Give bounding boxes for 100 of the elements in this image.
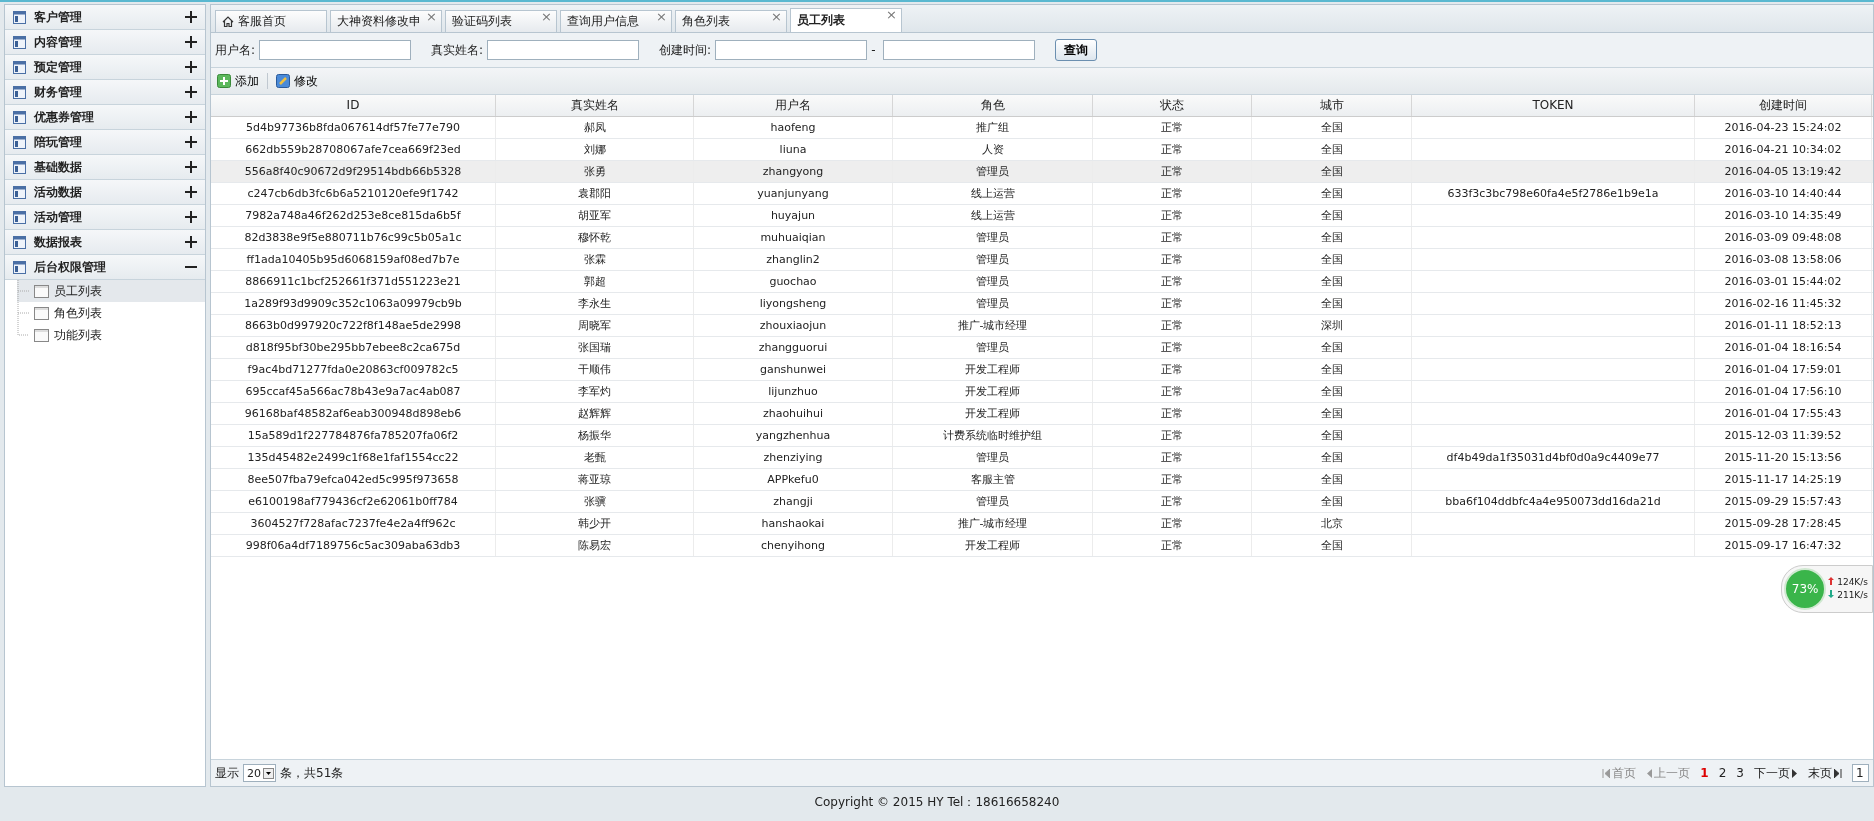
toolbar-button[interactable]: 修改 <box>274 72 320 90</box>
table-cell: 2016-01-11 18:52:13 <box>1724 319 1842 332</box>
menu-group-header[interactable]: 客户管理 <box>5 5 205 30</box>
table-cell: 开发工程师 <box>965 407 1020 420</box>
close-icon[interactable]: × <box>771 11 782 23</box>
table-cell: e6100198af779436cf2e62061b0ff784 <box>248 495 458 508</box>
close-icon[interactable]: × <box>656 11 667 23</box>
next-page-link[interactable]: 下一页 <box>1754 764 1798 782</box>
column-header[interactable]: ID <box>211 95 496 116</box>
table-row[interactable]: d818f95bf30be295bb7ebee8c2ca675d 张国瑞 zhangguorui 管理员 正常 全国 2016-01-04 18:16:54 <box>211 337 1873 359</box>
page-number-field[interactable]: 1 <box>1852 764 1869 782</box>
table-cell: 15a589d1f227784876fa785207fa06f2 <box>247 429 459 442</box>
close-icon[interactable]: × <box>426 11 437 23</box>
menu-item[interactable]: 角色列表 <box>17 302 205 324</box>
menu-group-header[interactable]: 内容管理 <box>5 30 205 55</box>
expand-icon <box>185 211 197 223</box>
table-cell: zhangyong <box>762 165 824 178</box>
table-row[interactable]: 135d45482e2499c1f68e1faf1554cc22 老甄 zhenziying 管理员 正常 全国 df4b49da1f35031d4bf0d0a9c4409e77 2015-11-20 15:13:56 <box>211 447 1873 469</box>
expand-icon <box>185 11 197 23</box>
table-row[interactable]: 96168baf48582af6eab300948d898eb6 赵辉辉 zhaohuihui 开发工程师 正常 全国 2016-01-04 17:55:43 <box>211 403 1873 425</box>
table-cell: 2016-03-09 09:48:08 <box>1724 231 1842 244</box>
menu-group-header[interactable]: 财务管理 <box>5 80 205 105</box>
table-row[interactable]: 3604527f728afac7237fe4e2a4ff962c 韩少开 hanshaokai 推广-城市经理 正常 北京 2015-09-28 17:28:45 <box>211 513 1873 535</box>
table-row[interactable]: 1a289f93d9909c352c1063a09979cb9b 李永生 liyongsheng 管理员 正常 全国 2016-02-16 11:45:32 <box>211 293 1873 315</box>
expand-icon <box>185 161 197 173</box>
table-cell: 正常 <box>1161 297 1183 310</box>
tab[interactable]: 查询用户信息 × <box>560 10 672 32</box>
page-link[interactable]: 1 <box>1700 766 1709 780</box>
table-row[interactable]: 695ccaf45a566ac78b43e9a7ac4ab087 李军灼 lijunzhuo 开发工程师 正常 全国 2016-01-04 17:56:10 <box>211 381 1873 403</box>
menu-group-header[interactable]: 陪玩管理 <box>5 130 205 155</box>
table-cell: 2015-09-17 16:47:32 <box>1724 539 1842 552</box>
column-header[interactable]: 真实姓名 <box>496 95 694 116</box>
table-row[interactable]: 7982a748a46f262d253e8ce815da6b5f 胡亚军 huyajun 线上运营 正常 全国 2016-03-10 14:35:49 <box>211 205 1873 227</box>
last-page-icon <box>1834 768 1842 778</box>
speed-widget[interactable]: 73% 124K/s 211K/s <box>1781 565 1873 613</box>
table-cell: hanshaokai <box>761 517 825 530</box>
table-row[interactable]: 556a8f40c90672d9f29514bdb66b5328 张勇 zhangyong 管理员 正常 全国 2016-04-05 13:19:42 <box>211 161 1873 183</box>
menu-group-header[interactable]: 活动数据 <box>5 180 205 205</box>
window-icon <box>13 10 26 24</box>
menu-group-header[interactable]: 活动管理 <box>5 205 205 230</box>
date-to-field[interactable] <box>883 40 1036 60</box>
tab[interactable]: 角色列表 × <box>675 10 787 32</box>
table-row[interactable]: ff1ada10405b95d6068159af08ed7b7e 张霖 zhanglin2 管理员 正常 全国 2016-03-08 13:58:06 <box>211 249 1873 271</box>
menu-group-header[interactable]: 后台权限管理 <box>5 255 205 280</box>
realname-field[interactable] <box>487 40 640 60</box>
table-cell: 2016-04-23 15:24:02 <box>1724 121 1842 134</box>
page-size-select[interactable]: 20 <box>243 764 276 782</box>
column-header[interactable]: 角色 <box>893 95 1093 116</box>
username-field[interactable] <box>259 40 412 60</box>
menu-group-header[interactable]: 优惠券管理 <box>5 105 205 130</box>
date-from-field[interactable] <box>715 40 868 60</box>
menu-item[interactable]: 功能列表 <box>17 324 205 346</box>
table-row[interactable]: c247cb6db3fc6b6a5210120efe9f1742 袁郡阳 yuanjunyang 线上运营 正常 全国 633f3c3bc798e60fa4e5f2786e1b9e1a 2016-03-10 14:40:44 <box>211 183 1873 205</box>
table-row[interactable]: 5d4b97736b8fda067614df57fe77e790 郝凤 haofeng 推广组 正常 全国 2016-04-23 15:24:02 <box>211 117 1873 139</box>
tab[interactable]: 员工列表 × <box>790 8 902 32</box>
add-icon <box>217 74 231 88</box>
table-row[interactable]: 15a589d1f227784876fa785207fa06f2 杨振华 yangzhenhua 计费系统临时维护组 正常 全国 2015-12-03 11:39:52 <box>211 425 1873 447</box>
close-icon[interactable]: × <box>886 9 897 21</box>
page-link[interactable]: 3 <box>1736 766 1744 780</box>
field-label: 创建时间: <box>659 41 712 59</box>
close-icon[interactable]: × <box>541 11 552 23</box>
table-row[interactable]: 8663b0d997920c722f8f148ae5de2998 周晓军 zhouxiaojun 推广-城市经理 正常 深圳 2016-01-11 18:52:13 <box>211 315 1873 337</box>
tab[interactable]: 验证码列表 × <box>445 10 557 32</box>
table-cell: 正常 <box>1161 143 1183 156</box>
column-header[interactable]: 用户名 <box>694 95 893 116</box>
table-cell: 正常 <box>1161 231 1183 244</box>
table-cell: 全国 <box>1320 407 1343 420</box>
table-cell: 韩少开 <box>578 517 611 530</box>
table-cell: 正常 <box>1161 341 1183 354</box>
upload-speed: 124K/s <box>1837 577 1868 587</box>
last-page-link[interactable]: 末页 <box>1808 764 1842 782</box>
column-header[interactable]: 城市 <box>1252 95 1412 116</box>
table-cell: 人资 <box>981 143 1004 156</box>
tab[interactable]: 客服首页 <box>215 10 327 32</box>
range-separator: - <box>871 43 876 57</box>
pager-label: 显示 <box>215 764 239 782</box>
table-cell: 662db559b28708067afe7cea669f23ed <box>245 143 461 156</box>
page-link[interactable]: 2 <box>1718 766 1727 780</box>
table-cell: huyajun <box>770 209 816 222</box>
search-button[interactable]: 查询 <box>1055 39 1098 61</box>
table-cell: 695ccaf45a566ac78b43e9a7ac4ab087 <box>245 385 461 398</box>
column-header[interactable]: 创建时间 <box>1695 95 1872 116</box>
dropdown-icon <box>263 767 274 779</box>
menu-group-header[interactable]: 数据报表 <box>5 230 205 255</box>
table-row[interactable]: 8ee507fba79efca042ed5c995f973658 蒋亚琼 APPkefu0 客服主管 正常 全国 2015-11-17 14:25:19 <box>211 469 1873 491</box>
table-row[interactable]: f9ac4bd71277fda0e20863cf009782c5 干顺伟 ganshunwei 开发工程师 正常 全国 2016-01-04 17:59:01 <box>211 359 1873 381</box>
menu-group-header[interactable]: 预定管理 <box>5 55 205 80</box>
tab[interactable]: 大神资料修改申 × <box>330 10 442 32</box>
menu-group-header[interactable]: 基础数据 <box>5 155 205 180</box>
toolbar-button[interactable]: 添加 <box>215 72 261 90</box>
table-row[interactable]: 8866911c1bcf252661f371d551223e21 郭超 guochao 管理员 正常 全国 2016-03-01 15:44:02 <box>211 271 1873 293</box>
column-header[interactable]: 状态 <box>1093 95 1252 116</box>
table-row[interactable]: 82d3838e9f5e880711b76c99c5b05a1c 穆怀乾 muhuaiqian 管理员 正常 全国 2016-03-09 09:48:08 <box>211 227 1873 249</box>
column-header[interactable]: TOKEN <box>1412 95 1695 116</box>
table-row[interactable]: 998f06a4df7189756c5ac309aba63db3 陈易宏 chenyihong 开发工程师 正常 全国 2015-09-17 16:47:32 <box>211 535 1873 557</box>
table-cell: 全国 <box>1320 341 1343 354</box>
window-icon <box>13 135 26 149</box>
table-cell: 全国 <box>1320 363 1343 376</box>
menu-item[interactable]: 员工列表 <box>17 280 205 302</box>
table-row[interactable]: e6100198af779436cf2e62061b0ff784 张骥 zhangji 管理员 正常 全国 bba6f104ddbfc4a4e950073dd16da21d 2015-09-29 15:57:43 <box>211 491 1873 513</box>
